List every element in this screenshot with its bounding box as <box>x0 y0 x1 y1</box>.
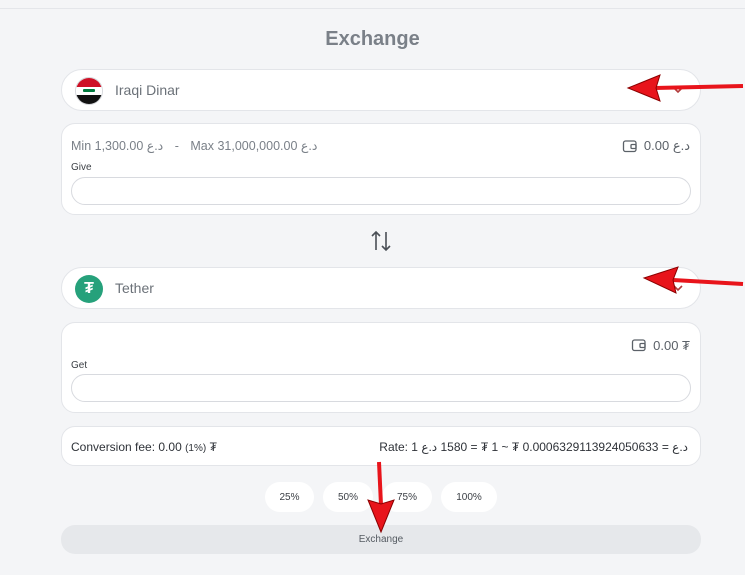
exchange-button[interactable]: Exchange <box>61 525 701 554</box>
get-amount-card: 0.00 ₮ Get <box>61 322 701 413</box>
min-max-limits: Min 1,300.00 د.ع - Max 31,000,000.00 د.ع <box>71 138 317 153</box>
give-label: Give <box>71 162 92 173</box>
percent-75-button[interactable]: 75% <box>382 482 432 512</box>
chevron-down-icon <box>673 285 683 292</box>
from-balance-value: 0.00 د.ع <box>643 138 690 153</box>
from-currency-selector[interactable]: Iraqi Dinar <box>61 69 701 111</box>
give-amount-card: Min 1,300.00 د.ع - Max 31,000,000.00 د.ع… <box>61 123 701 215</box>
top-divider <box>0 8 745 9</box>
tether-icon: ₮ <box>75 275 103 303</box>
fee-rate-row: Conversion fee: 0.00 (1%) ₮ Rate: 1 د.ع … <box>61 426 701 466</box>
swap-arrows-icon[interactable] <box>369 228 393 254</box>
percent-100-button[interactable]: 100% <box>441 482 497 512</box>
percent-50-button[interactable]: 50% <box>323 482 373 512</box>
from-balance: 0.00 د.ع <box>622 138 690 154</box>
chevron-down-icon <box>673 87 683 94</box>
iraq-flag-icon <box>75 77 103 105</box>
fee-label: Conversion fee: 0.00 <box>71 440 182 454</box>
page-title: Exchange <box>325 28 420 50</box>
wallet-icon <box>622 140 637 153</box>
limit-separator: - <box>174 139 179 153</box>
fee-unit: ₮ <box>209 440 217 454</box>
max-limit: Max 31,000,000.00 د.ع <box>190 139 318 153</box>
min-limit: Min 1,300.00 د.ع <box>71 139 164 153</box>
give-input[interactable] <box>71 177 691 205</box>
wallet-icon <box>631 339 646 352</box>
from-currency-name: Iraqi Dinar <box>115 82 180 98</box>
to-balance-value: 0.00 ₮ <box>653 337 690 353</box>
exchange-rate: Rate: 1 د.ع = 0.0006329113924050633 ₮ ~ … <box>379 440 688 454</box>
to-currency-selector[interactable]: ₮ Tether <box>61 267 701 309</box>
fee-percent: (1%) <box>185 443 207 454</box>
get-input[interactable] <box>71 374 691 402</box>
to-balance: 0.00 ₮ <box>631 337 690 353</box>
to-currency-name: Tether <box>115 280 154 296</box>
conversion-fee: Conversion fee: 0.00 (1%) ₮ <box>71 440 217 454</box>
percent-25-button[interactable]: 25% <box>265 482 314 512</box>
get-label: Get <box>71 360 88 371</box>
